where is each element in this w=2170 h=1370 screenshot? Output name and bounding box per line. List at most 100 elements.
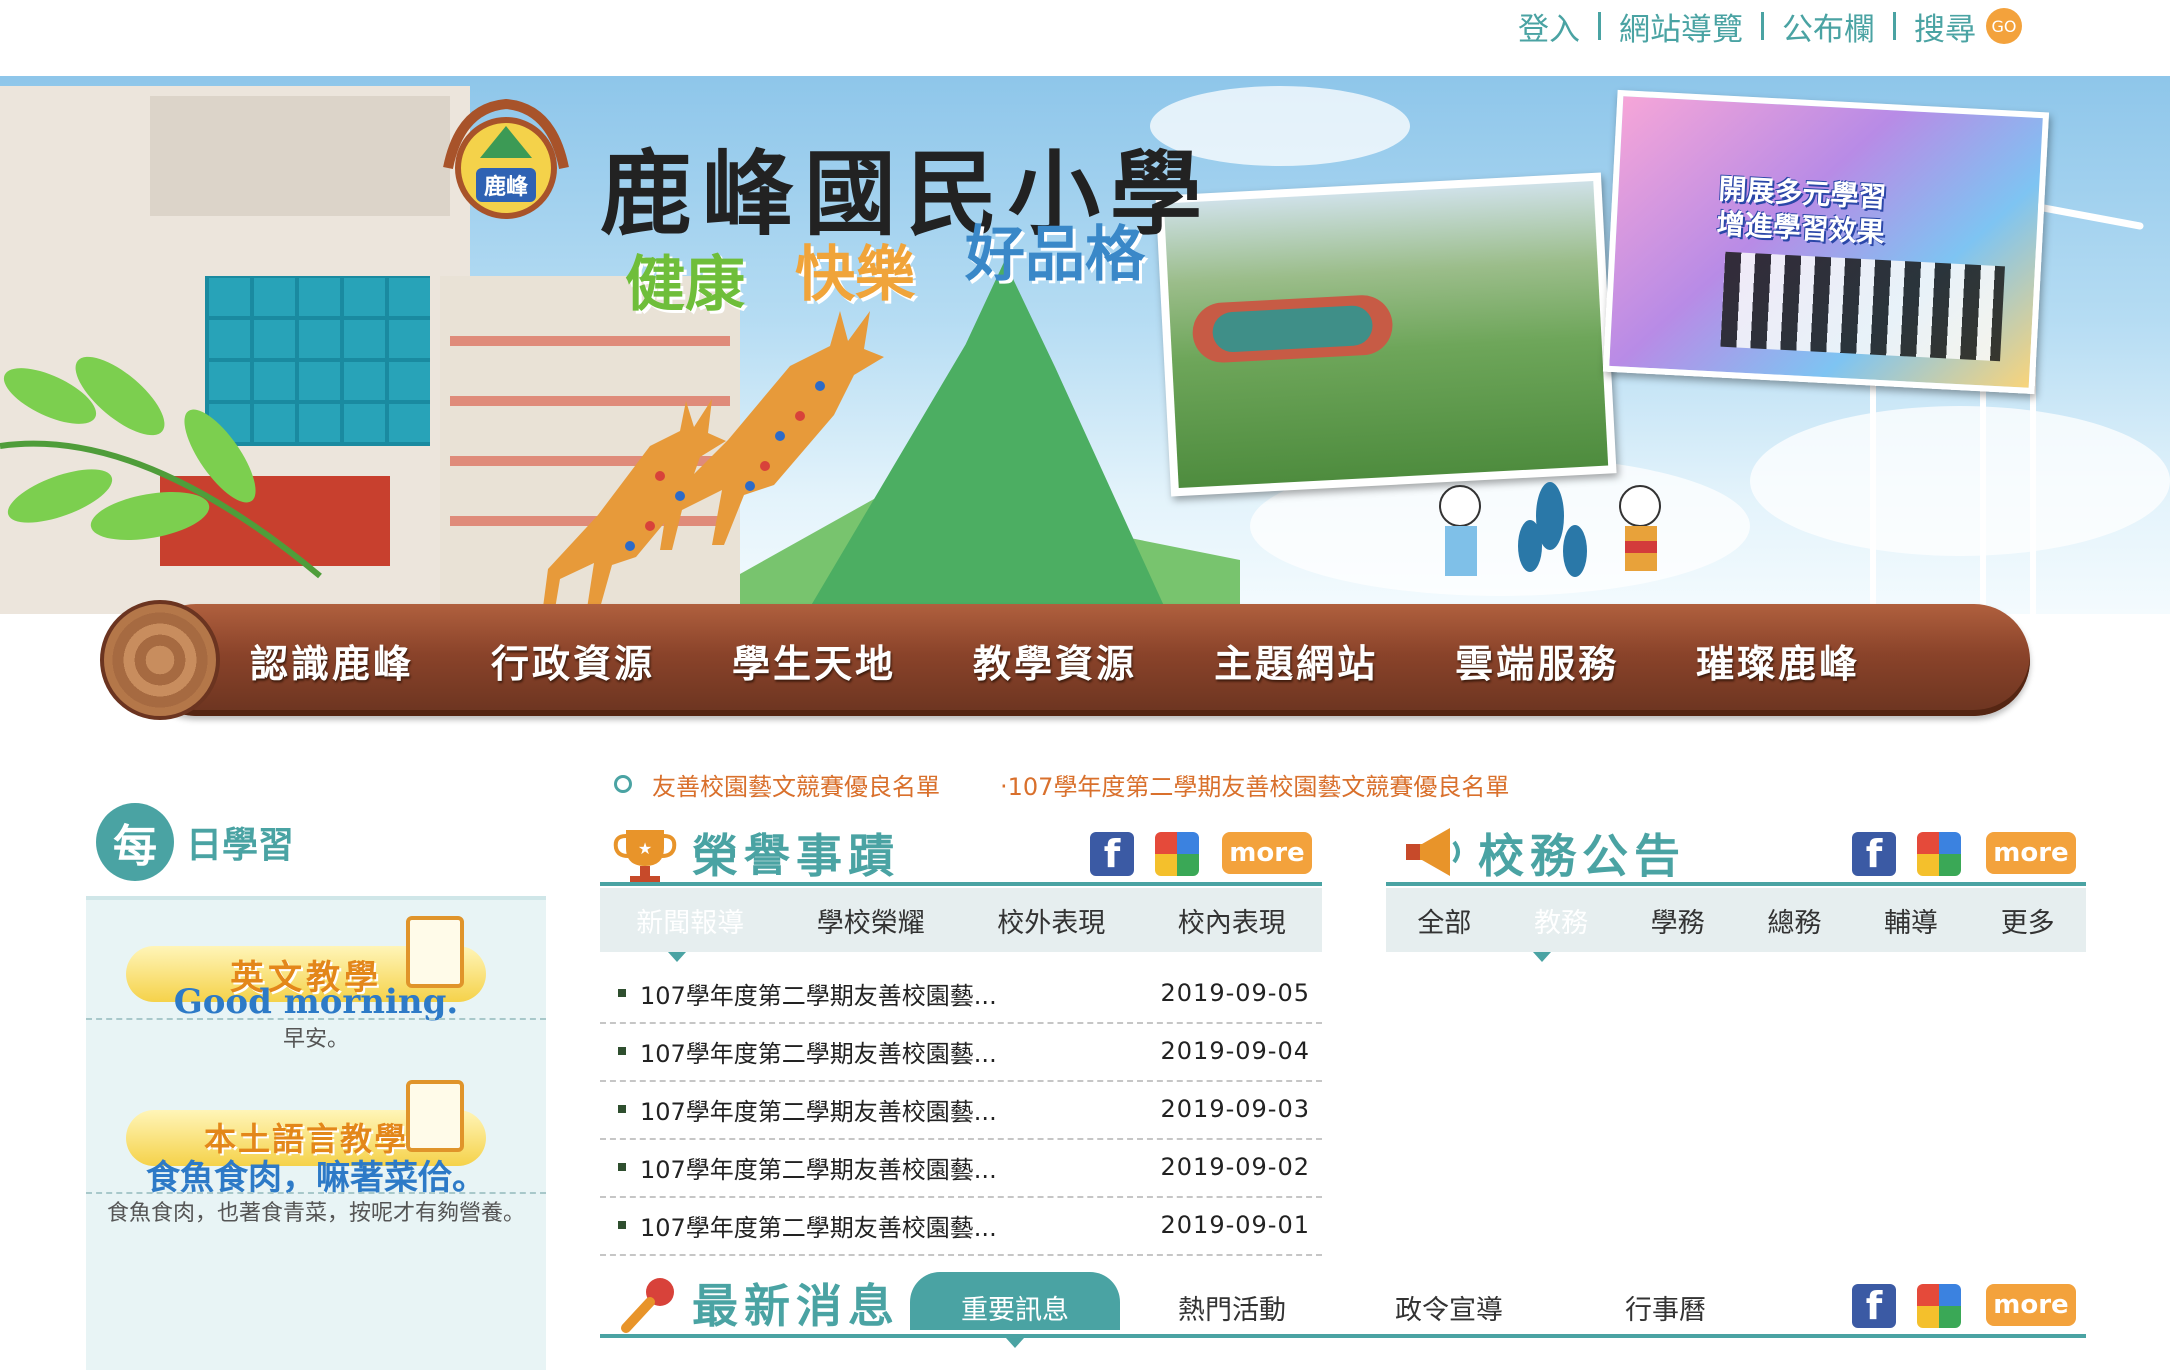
news-date: 2019-09-03 xyxy=(1160,1095,1310,1123)
daily-badge-icon: 每 xyxy=(96,803,174,881)
megaphone-icon xyxy=(1406,828,1460,876)
section-underline xyxy=(600,882,1322,886)
log-end xyxy=(100,600,220,720)
active-tab-caret xyxy=(1533,952,1551,962)
latest-news-title: 最新消息 xyxy=(692,1279,900,1333)
news-title[interactable]: 107學年度第二學期友善校園藝... xyxy=(640,976,1161,1011)
announcement-tabs: 全部 教務 學務 總務 輔導 更多 xyxy=(1386,888,2086,952)
tab-news-reports[interactable]: 新聞報導 xyxy=(600,901,781,940)
bullet-icon xyxy=(618,989,626,997)
divider xyxy=(86,1192,546,1194)
menu-cloud[interactable]: 雲端服務 xyxy=(1455,633,1619,688)
news-date: 2019-09-05 xyxy=(1160,979,1310,1007)
section-underline xyxy=(1386,882,2086,886)
news-marquee: 友善校園藝文競賽優良名單 ‧107學年度第二學期友善校園藝文競賽優良名單 xyxy=(614,767,1569,802)
marquee-ring-icon xyxy=(614,775,632,793)
search-link[interactable]: 搜尋 xyxy=(1896,4,1994,49)
leaf-illustration xyxy=(0,356,322,579)
news-row[interactable]: 107學年度第二學期友善校園藝... 2019-09-05 xyxy=(600,964,1322,1024)
announcements-more-button[interactable]: more xyxy=(1986,832,2076,874)
slogan-character: 好品格 xyxy=(965,220,1145,290)
school-logo: 鹿峰 xyxy=(443,98,569,219)
honors-title: 榮譽事蹟 xyxy=(692,829,900,883)
slogan-happy: 快樂 xyxy=(795,240,915,310)
tab-policy[interactable]: 政令宣導 xyxy=(1395,1288,1503,1327)
svg-text:★: ★ xyxy=(638,839,652,858)
menu-admin[interactable]: 行政資源 xyxy=(491,633,655,688)
tab-hot-events[interactable]: 熱門活動 xyxy=(1178,1288,1286,1327)
bullet-icon xyxy=(618,1221,626,1229)
local-translation: 食魚食肉，也著食青菜，按呢才有夠營養。 xyxy=(106,1201,525,1226)
daily-learning-panel: 英文教學 Good morning. 早安。 本土語言教學 食魚食肉，嘛著菜佮。… xyxy=(86,896,546,1370)
tab-all[interactable]: 全部 xyxy=(1386,901,1503,940)
section-underline xyxy=(600,1334,2086,1338)
tab-academic[interactable]: 教務 xyxy=(1503,901,1620,940)
divider xyxy=(86,1018,546,1020)
top-links: 登入 網站導覽 公布欄 搜尋 GO xyxy=(1500,0,2022,52)
bulletin-link[interactable]: 公布欄 xyxy=(1764,4,1893,49)
bullet-icon xyxy=(618,1047,626,1055)
tab-external-performance[interactable]: 校外表現 xyxy=(961,901,1142,940)
header-banner: 開展多元學習 增進學習效果 鹿峰 鹿峰國民小學 健康 快樂 好品格 xyxy=(0,76,2170,614)
activity-caption: 開展多元學習 增進學習效果 xyxy=(1715,172,1888,250)
tab-more[interactable]: 更多 xyxy=(1969,901,2086,940)
daily-learning-header: 每 日學習 xyxy=(96,800,294,884)
trophy-icon: ★ xyxy=(613,830,677,884)
news-title[interactable]: 107學年度第二學期友善校園藝... xyxy=(640,1092,1161,1127)
slogan-health: 健康 xyxy=(625,250,745,320)
news-title[interactable]: 107學年度第二學期友善校園藝... xyxy=(640,1034,1161,1069)
go-button[interactable]: GO xyxy=(1986,8,2022,44)
building-roof xyxy=(150,96,450,216)
main-menu: 認識鹿峰 行政資源 學生天地 教學資源 主題網站 雲端服務 璀璨鹿峰 xyxy=(250,600,1860,720)
activity-photo: 開展多元學習 增進學習效果 xyxy=(1602,89,2050,395)
campus-aerial-photo xyxy=(1155,172,1617,497)
children-illustration xyxy=(1439,482,1661,577)
tab-calendar[interactable]: 行事曆 xyxy=(1625,1288,1706,1327)
marquee-item[interactable]: 友善校園藝文競賽優良名單 xyxy=(652,767,940,802)
menu-teaching[interactable]: 教學資源 xyxy=(973,633,1137,688)
tab-internal-performance[interactable]: 校內表現 xyxy=(1142,901,1323,940)
facebook-share-icon[interactable]: f xyxy=(1852,1284,1896,1328)
active-tab-caret xyxy=(668,952,686,962)
news-date: 2019-09-02 xyxy=(1160,1153,1310,1181)
bullet-icon xyxy=(618,1105,626,1113)
login-link[interactable]: 登入 xyxy=(1500,4,1598,49)
microphone-icon xyxy=(621,1278,674,1333)
news-row[interactable]: 107學年度第二學期友善校園藝... 2019-09-03 xyxy=(600,1080,1322,1140)
google-share-icon[interactable] xyxy=(1917,1284,1961,1328)
menu-theme-sites[interactable]: 主題網站 xyxy=(1214,633,1378,688)
announcements-title: 校務公告 xyxy=(1478,829,1686,883)
daily-learning-title: 日學習 xyxy=(186,825,295,866)
facebook-share-icon[interactable]: f xyxy=(1852,832,1896,876)
news-title[interactable]: 107學年度第二學期友善校園藝... xyxy=(640,1150,1161,1185)
news-title[interactable]: 107學年度第二學期友善校園藝... xyxy=(640,1208,1161,1243)
google-share-icon[interactable] xyxy=(1155,832,1199,876)
tab-counseling[interactable]: 輔導 xyxy=(1853,901,1970,940)
latest-news-more-button[interactable]: more xyxy=(1986,1284,2076,1326)
sitemap-link[interactable]: 網站導覽 xyxy=(1601,4,1761,49)
menu-about[interactable]: 認識鹿峰 xyxy=(250,633,414,688)
bullet-icon xyxy=(618,1163,626,1171)
active-tab-caret xyxy=(1006,1338,1024,1348)
marquee-item[interactable]: ‧107學年度第二學期友善校園藝文競賽優良名單 xyxy=(1000,767,1509,802)
honors-tabs: 新聞報導 學校榮耀 校外表現 校內表現 xyxy=(600,888,1322,952)
english-phrase: Good morning. xyxy=(173,982,459,1022)
english-translation: 早安。 xyxy=(282,1027,349,1052)
tab-school-honors[interactable]: 學校榮耀 xyxy=(781,901,962,940)
tab-student-affairs[interactable]: 學務 xyxy=(1619,901,1736,940)
facebook-share-icon[interactable]: f xyxy=(1090,832,1134,876)
tab-important[interactable]: 重要訊息 xyxy=(910,1288,1120,1327)
news-date: 2019-09-01 xyxy=(1160,1211,1310,1239)
news-row[interactable]: 107學年度第二學期友善校園藝... 2019-09-01 xyxy=(600,1196,1322,1256)
deer-illustration xyxy=(542,311,884,614)
notebook-pencil-icon xyxy=(406,1080,464,1152)
news-row[interactable]: 107學年度第二學期友善校園藝... 2019-09-02 xyxy=(600,1138,1322,1198)
tab-general-affairs[interactable]: 總務 xyxy=(1736,901,1853,940)
honors-more-button[interactable]: more xyxy=(1222,832,1312,874)
google-share-icon[interactable] xyxy=(1917,832,1961,876)
news-date: 2019-09-04 xyxy=(1160,1037,1310,1065)
menu-glory[interactable]: 璀璨鹿峰 xyxy=(1696,633,1860,688)
news-row[interactable]: 107學年度第二學期友善校園藝... 2019-09-04 xyxy=(600,1022,1322,1082)
menu-students[interactable]: 學生天地 xyxy=(732,633,896,688)
svg-text:鹿峰: 鹿峰 xyxy=(484,174,529,200)
